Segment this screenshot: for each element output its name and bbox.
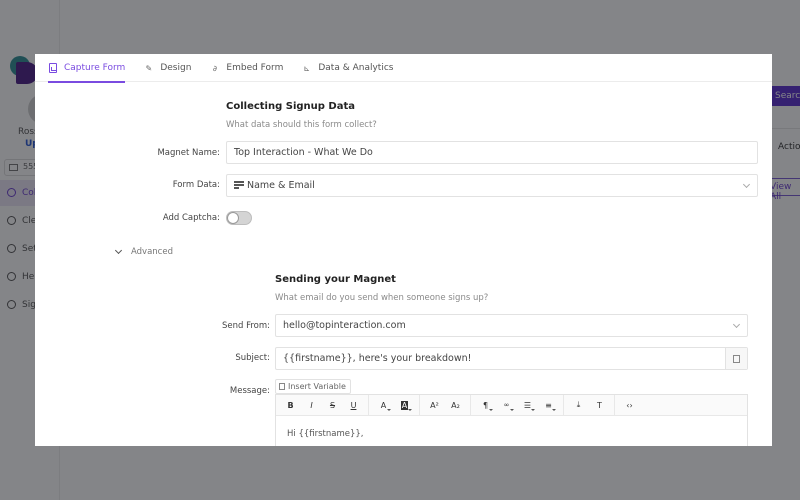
form-icon [48,63,57,73]
tab-embed-form[interactable]: ∂ Embed Form [210,54,284,82]
align-button[interactable]: ≡ [538,395,559,416]
list-button[interactable]: ☰ [517,395,538,416]
link-button[interactable]: ∞ [496,395,517,416]
variable-icon [279,383,285,390]
message-body[interactable]: Hi {{firstname}}, [276,416,747,446]
bold-button[interactable]: B [280,395,301,416]
message-label: Message: [229,386,270,396]
sending-title: Sending your Magnet [275,274,396,285]
strikethrough-button[interactable]: S [322,395,343,416]
send-from-label: Send From: [221,321,270,331]
capture-form-modal: Capture Form ✎ Design ∂ Embed Form ⊾ Dat… [35,54,772,446]
brush-icon: ✎ [145,63,153,73]
tab-data-analytics[interactable]: ⊾ Data & Analytics [302,54,394,82]
superscript-button[interactable]: A² [424,395,445,416]
advanced-toggle[interactable]: Advanced [114,246,173,257]
modal-tabs: Capture Form ✎ Design ∂ Embed Form ⊾ Dat… [35,54,772,83]
captcha-label: Add Captcha: [162,213,220,223]
message-editor[interactable]: B I S U A A A² A₂ ¶ ∞ ☰ ≡ ⤓ T ‹› Hi {{fi… [275,394,748,446]
magnet-name-input[interactable]: Top Interaction - What We Do [226,141,758,164]
insert-variable-button[interactable]: Insert Variable [275,379,351,394]
code-view-button[interactable]: ‹› [619,395,640,416]
italic-button[interactable]: I [301,395,322,416]
subject-input[interactable]: {{firstname}}, here's your breakdown! [275,347,748,370]
subscript-button[interactable]: A₂ [445,395,466,416]
form-data-select[interactable]: Name & Email [226,174,758,197]
chevron-down-icon [732,320,741,329]
chevron-down-icon [114,246,123,255]
toggle-knob [227,212,239,224]
list-icon [234,181,244,190]
collecting-title: Collecting Signup Data [226,101,355,112]
link-icon: ∂ [212,63,217,73]
tab-capture-form[interactable]: Capture Form [48,54,126,83]
collecting-subtitle: What data should this form collect? [226,120,377,130]
sending-subtitle: What email do you send when someone sign… [275,293,489,303]
insert-variable-addon-button[interactable] [725,348,747,369]
underline-button[interactable]: U [343,395,364,416]
magnet-name-label: Magnet Name: [157,148,220,158]
chevron-down-icon [742,180,751,189]
highlight-button[interactable]: A [394,395,415,416]
chart-icon: ⊾ [303,63,311,73]
paragraph-button[interactable]: ¶ [475,395,496,416]
subject-label: Subject: [235,353,270,363]
editor-toolbar: B I S U A A A² A₂ ¶ ∞ ☰ ≡ ⤓ T ‹› [276,394,747,416]
clear-format-button[interactable]: T [589,395,610,416]
insert-button[interactable]: ⤓ [568,395,589,416]
send-from-select[interactable]: hello@topinteraction.com [275,314,748,337]
font-color-button[interactable]: A [373,395,394,416]
link-icon: ∞ [503,401,510,409]
tab-design[interactable]: ✎ Design [144,54,191,82]
variable-icon [733,354,740,363]
form-data-label: Form Data: [172,180,220,190]
captcha-toggle[interactable] [226,211,252,225]
